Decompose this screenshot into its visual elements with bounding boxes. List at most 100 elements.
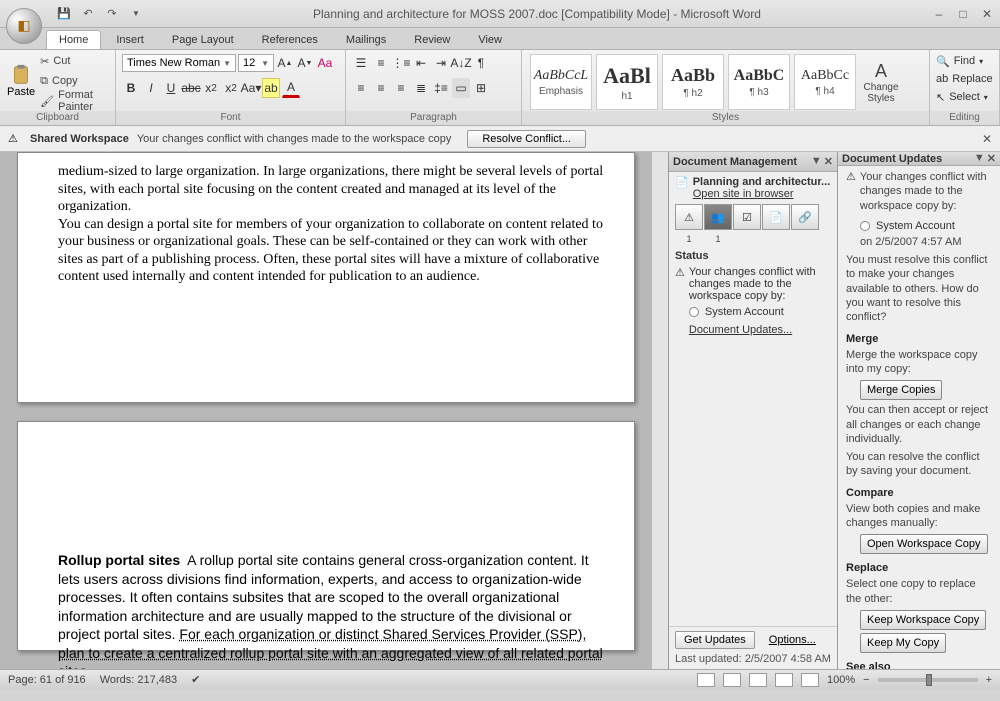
borders-button[interactable]: ⊞ — [472, 78, 490, 98]
select-button[interactable]: ↖Select▾ — [936, 88, 993, 106]
align-center-button[interactable]: ≡ — [372, 78, 390, 98]
dm-tab-members[interactable]: 👥 — [704, 204, 732, 230]
italic-button[interactable]: I — [142, 78, 160, 98]
redo-icon[interactable]: ↷ — [104, 6, 120, 22]
clipboard-group-label: Clipboard — [0, 111, 115, 125]
font-name-combo[interactable]: Times New Roman▼ — [122, 54, 236, 72]
document-updates-pane: Document Updates ▼✕ ⚠ Your changes confl… — [837, 152, 1000, 669]
numbering-button[interactable]: ≡ — [372, 53, 390, 73]
minimize-button[interactable]: – — [930, 7, 948, 21]
zoom-out-button[interactable]: − — [863, 674, 869, 686]
qat-more-icon[interactable]: ▼ — [128, 6, 144, 22]
copy-button[interactable]: ⧉Copy — [40, 72, 109, 90]
document-area[interactable]: medium-sized to large organization. In l… — [0, 152, 652, 669]
show-marks-button[interactable]: ¶ — [472, 53, 490, 73]
strike-button[interactable]: abc — [182, 78, 200, 98]
replace-button[interactable]: abReplace — [936, 70, 993, 88]
shrink-font-button[interactable]: A▼ — [296, 53, 314, 73]
dm-tab-documents[interactable]: 📄 — [762, 204, 790, 230]
document-management-pane: Document Management ▼✕ 📄 Planning and ar… — [668, 152, 837, 669]
find-button[interactable]: 🔍Find▾ — [936, 52, 993, 70]
subscript-button[interactable]: x2 — [202, 78, 220, 98]
see-also-heading: See also — [846, 661, 992, 669]
page-status[interactable]: Page: 61 of 916 — [8, 674, 86, 686]
get-updates-button[interactable]: Get Updates — [675, 631, 755, 649]
dm-tab-tasks[interactable]: ☑ — [733, 204, 761, 230]
undo-icon[interactable]: ↶ — [80, 6, 96, 22]
keep-my-copy-button[interactable]: Keep My Copy — [860, 633, 946, 653]
tab-review[interactable]: Review — [401, 30, 463, 49]
resolve-conflict-button[interactable]: Resolve Conflict... — [467, 130, 586, 148]
font-size-combo[interactable]: 12▼ — [238, 54, 274, 72]
web-layout-view[interactable] — [749, 673, 767, 687]
underline-button[interactable]: U — [162, 78, 180, 98]
vertical-scrollbar[interactable] — [652, 152, 668, 669]
style-h4[interactable]: AaBbCc¶ h4 — [794, 54, 856, 110]
highlight-button[interactable]: ab — [262, 78, 280, 98]
shading-button[interactable]: ▭ — [452, 78, 470, 98]
tab-insert[interactable]: Insert — [103, 30, 157, 49]
font-color-button[interactable]: A — [282, 78, 300, 98]
change-styles-button[interactable]: A Change Styles — [858, 52, 904, 112]
outline-view[interactable] — [775, 673, 793, 687]
merge-heading: Merge — [846, 333, 992, 345]
style-h1[interactable]: AaBlh1 — [596, 54, 658, 110]
word-count[interactable]: Words: 217,483 — [100, 674, 177, 686]
zoom-level[interactable]: 100% — [827, 674, 855, 686]
cut-button[interactable]: ✂Cut — [40, 52, 109, 70]
style-emphasis[interactable]: AaBbCcLEmphasis — [530, 54, 592, 110]
maximize-button[interactable]: □ — [954, 7, 972, 21]
chevron-down-icon: ▼ — [223, 59, 231, 68]
style-h3[interactable]: AaBbC¶ h3 — [728, 54, 790, 110]
pane-dropdown-icon[interactable]: ▼ — [811, 155, 822, 168]
align-right-button[interactable]: ≡ — [392, 78, 410, 98]
close-bar-button[interactable]: ✕ — [982, 132, 992, 146]
copy-icon: ⧉ — [40, 75, 48, 88]
line-spacing-button[interactable]: ‡≡ — [432, 78, 450, 98]
dm-tab-links[interactable]: 🔗 — [791, 204, 819, 230]
office-button[interactable]: ◧ — [6, 8, 42, 44]
merge-copies-button[interactable]: Merge Copies — [860, 380, 942, 400]
bold-button[interactable]: B — [122, 78, 140, 98]
pane-dropdown-icon[interactable]: ▼ — [974, 152, 985, 165]
options-button[interactable]: Options... — [761, 631, 824, 649]
keep-workspace-copy-button[interactable]: Keep Workspace Copy — [860, 610, 986, 630]
multilevel-button[interactable]: ⋮≡ — [392, 53, 410, 73]
scissors-icon: ✂ — [40, 55, 49, 68]
paste-button[interactable]: Paste — [6, 52, 36, 110]
full-screen-view[interactable] — [723, 673, 741, 687]
proofing-icon[interactable]: ✔ — [191, 673, 200, 686]
clear-format-button[interactable]: Aa — [316, 53, 334, 73]
tab-home[interactable]: Home — [46, 30, 101, 49]
pane-close-icon[interactable]: ✕ — [987, 152, 996, 165]
zoom-slider[interactable] — [878, 678, 978, 682]
save-icon[interactable]: 💾 — [56, 6, 72, 22]
change-case-button[interactable]: Aa▾ — [242, 78, 260, 98]
tab-view[interactable]: View — [465, 30, 515, 49]
tab-mailings[interactable]: Mailings — [333, 30, 399, 49]
close-button[interactable]: ✕ — [978, 7, 996, 21]
account-name: System Account — [876, 220, 955, 232]
body-paragraph: medium-sized to large organization. In l… — [58, 163, 608, 216]
print-layout-view[interactable] — [697, 673, 715, 687]
document-updates-link[interactable]: Document Updates... — [689, 324, 792, 336]
style-h2[interactable]: AaBb¶ h2 — [662, 54, 724, 110]
bullets-button[interactable]: ☰ — [352, 53, 370, 73]
draft-view[interactable] — [801, 673, 819, 687]
indent-dec-button[interactable]: ⇤ — [412, 53, 430, 73]
format-painter-button[interactable]: 🖌Format Painter — [40, 92, 109, 110]
tab-page-layout[interactable]: Page Layout — [159, 30, 247, 49]
tab-references[interactable]: References — [249, 30, 331, 49]
indent-inc-button[interactable]: ⇥ — [432, 53, 450, 73]
superscript-button[interactable]: x2 — [222, 78, 240, 98]
justify-button[interactable]: ≣ — [412, 78, 430, 98]
pane-close-icon[interactable]: ✕ — [824, 155, 833, 168]
open-workspace-copy-button[interactable]: Open Workspace Copy — [860, 534, 988, 554]
align-left-button[interactable]: ≡ — [352, 78, 370, 98]
grow-font-button[interactable]: A▲ — [276, 53, 294, 73]
open-site-link[interactable]: Open site in browser — [693, 188, 794, 200]
warning-icon: ⚠ — [8, 132, 22, 146]
sort-button[interactable]: A↓Z — [452, 53, 470, 73]
zoom-in-button[interactable]: + — [986, 674, 992, 686]
dm-tab-status[interactable]: ⚠ — [675, 204, 703, 230]
